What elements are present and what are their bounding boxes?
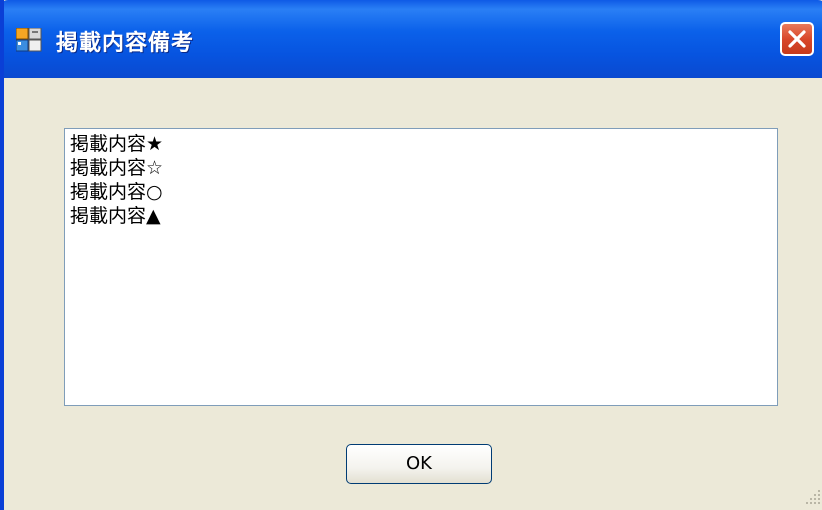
- title-bar[interactable]: 掲載内容備考: [4, 0, 822, 78]
- remark-line: 掲載内容▲: [70, 205, 161, 227]
- ok-button[interactable]: OK: [346, 444, 492, 484]
- remark-line: 掲載内容○: [70, 181, 163, 203]
- close-button[interactable]: [780, 22, 814, 56]
- remark-line: 掲載内容★: [70, 133, 164, 155]
- resize-grip-icon[interactable]: [804, 488, 822, 506]
- remarks-text-area[interactable]: 掲載内容★ 掲載内容☆ 掲載内容○ 掲載内容▲: [64, 128, 778, 406]
- app-window-icon: [15, 27, 42, 52]
- window-title: 掲載内容備考: [56, 31, 195, 56]
- remark-line: 掲載内容☆: [70, 157, 164, 179]
- close-x-icon: [788, 30, 806, 48]
- dialog-window: 掲載内容備考 掲載内容★ 掲載内容☆ 掲載内容○ 掲載内容▲ OK: [0, 0, 822, 510]
